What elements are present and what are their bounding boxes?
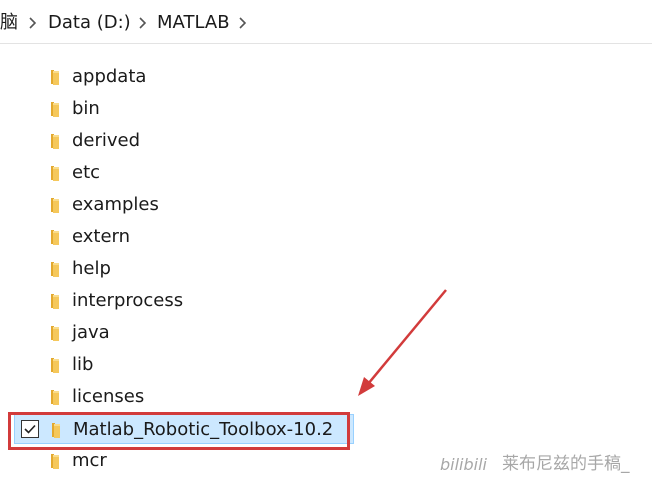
file-row-licenses[interactable]: licenses <box>14 382 354 412</box>
file-row-matlab-robotic-toolbox-10-2[interactable]: Matlab_Robotic_Toolbox-10.2 <box>14 414 354 444</box>
file-list: appdata bin derived etc examples extern help in… <box>0 44 652 480</box>
folder-icon <box>47 196 65 214</box>
folder-icon <box>47 68 65 86</box>
chevron-right-icon[interactable] <box>26 16 40 30</box>
file-name-label: Matlab_Robotic_Toolbox-10.2 <box>73 419 334 440</box>
file-row-java[interactable]: java <box>14 318 354 348</box>
folder-icon <box>47 356 65 374</box>
checkbox-checked-icon[interactable] <box>21 420 39 438</box>
file-row-help[interactable]: help <box>14 254 354 284</box>
breadcrumb-item-pc[interactable]: 脑 <box>0 10 18 36</box>
folder-icon <box>47 132 65 150</box>
file-row-interprocess[interactable]: interprocess <box>14 286 354 316</box>
folder-icon <box>47 324 65 342</box>
file-name-label: help <box>72 258 111 279</box>
folder-icon <box>47 452 65 470</box>
file-name-label: examples <box>72 194 159 215</box>
file-name-label: lib <box>72 354 94 375</box>
file-row-examples[interactable]: examples <box>14 190 354 220</box>
breadcrumb-item-drive[interactable]: Data (D:) <box>48 10 131 36</box>
file-row-etc[interactable]: etc <box>14 158 354 188</box>
file-name-label: bin <box>72 98 100 119</box>
breadcrumb-item-matlab[interactable]: MATLAB <box>157 10 230 36</box>
file-name-label: appdata <box>72 66 147 87</box>
file-row-extern[interactable]: extern <box>14 222 354 252</box>
folder-icon <box>47 100 65 118</box>
file-name-label: java <box>72 322 110 343</box>
file-row-appdata[interactable]: appdata <box>14 62 354 92</box>
file-row-mcr[interactable]: mcr <box>14 446 354 476</box>
folder-icon <box>48 421 66 439</box>
file-row-derived[interactable]: derived <box>14 126 354 156</box>
chevron-right-icon[interactable] <box>236 16 250 30</box>
folder-icon <box>47 388 65 406</box>
file-name-label: extern <box>72 226 131 247</box>
chevron-right-icon[interactable] <box>136 16 150 30</box>
file-row-bin[interactable]: bin <box>14 94 354 124</box>
file-explorer-window: 脑 Data (D:) MATLAB appdata bin derived etc e… <box>0 0 652 480</box>
folder-icon <box>47 164 65 182</box>
bilibili-logo-icon: bilibili <box>440 455 488 474</box>
folder-icon <box>47 292 65 310</box>
file-name-label: licenses <box>72 386 145 407</box>
file-name-label: etc <box>72 162 101 183</box>
watermark-text: 莱布尼兹的手稿_ <box>502 454 630 474</box>
folder-icon <box>47 260 65 278</box>
svg-text:bilibili: bilibili <box>440 455 488 474</box>
file-row-lib[interactable]: lib <box>14 350 354 380</box>
file-name-label: mcr <box>72 450 107 471</box>
file-name-label: derived <box>72 130 141 151</box>
folder-icon <box>47 228 65 246</box>
address-bar[interactable]: 脑 Data (D:) MATLAB <box>0 0 652 44</box>
file-name-label: interprocess <box>72 290 184 311</box>
